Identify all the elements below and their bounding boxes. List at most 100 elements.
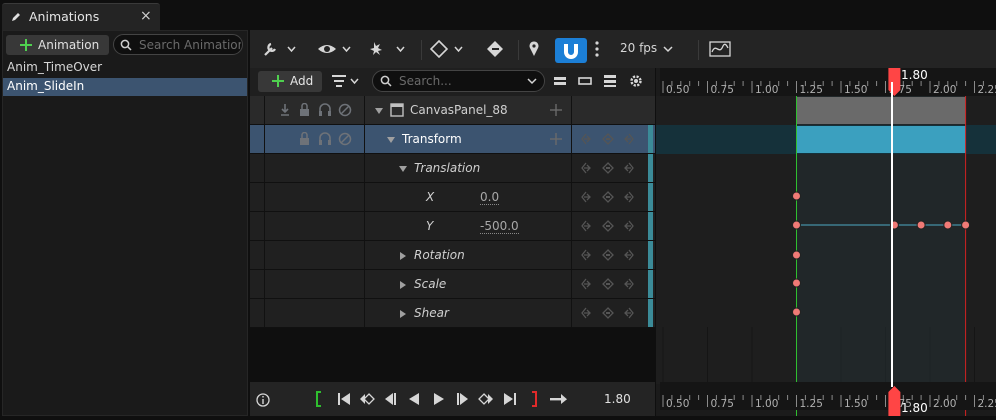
track-cell [266, 183, 365, 211]
add-subtrack-icon[interactable] [550, 104, 562, 116]
ruler-tick-label: 2.25 [978, 398, 996, 410]
set-start-bracket-icon[interactable] [314, 390, 324, 408]
track-cell [266, 270, 365, 298]
key-nav-icons[interactable] [581, 307, 641, 319]
expand-all-icon[interactable] [578, 74, 592, 88]
track-cell [573, 96, 648, 124]
list-icon[interactable] [603, 74, 617, 88]
key-navigation-button[interactable] [485, 30, 505, 68]
play-icon[interactable] [431, 391, 447, 407]
track-name: Scale [414, 277, 447, 291]
keyframe[interactable] [916, 220, 926, 230]
wrench-menu-button[interactable] [262, 30, 296, 68]
track-row-shear[interactable]: Shear [250, 299, 655, 328]
track-value-field[interactable]: 0.0 [480, 183, 500, 211]
search-animations-input[interactable]: Search Animations [113, 34, 243, 55]
playhead-line[interactable] [891, 82, 893, 387]
playhead-handle-bottom[interactable] [888, 386, 901, 416]
keyframe[interactable] [792, 250, 801, 260]
current-time-field[interactable]: 1.80 [604, 392, 631, 406]
ruler-tick-label: 1.00 [755, 398, 778, 410]
expand-arrow-down-icon[interactable] [398, 164, 408, 174]
gear-icon[interactable] [628, 73, 644, 89]
info-icon[interactable] [256, 393, 270, 407]
keyframe[interactable] [961, 220, 971, 230]
track-row-scale[interactable]: Scale [250, 270, 655, 299]
jump-to-end-icon[interactable] [502, 391, 518, 407]
keyframe[interactable] [792, 191, 801, 201]
key-nav-icons[interactable] [581, 162, 641, 174]
loop-arrow-icon[interactable] [549, 391, 569, 407]
track-color-bar [648, 299, 653, 327]
set-end-bracket-icon[interactable] [529, 390, 539, 408]
ruler-tick-label: 1.25 [800, 84, 823, 96]
keyframe[interactable] [792, 278, 801, 288]
add-subtrack-icon[interactable] [550, 133, 562, 145]
track-row-y[interactable]: Y -500.0 [250, 212, 655, 241]
key-nav-icons[interactable] [581, 191, 641, 203]
snap-options-button[interactable] [594, 30, 600, 68]
animation-item-slidein[interactable]: Anim_SlideIn [3, 78, 247, 96]
expand-arrow-right-icon[interactable] [398, 280, 408, 290]
animation-item-timeover[interactable]: Anim_TimeOver [3, 59, 247, 77]
prev-key-icon[interactable] [359, 391, 375, 407]
fps-selector[interactable]: 20 fps [620, 41, 657, 55]
track-value-field[interactable]: -500.0 [480, 212, 519, 240]
visibility-menu-button[interactable] [317, 30, 353, 68]
pencil-icon [10, 11, 22, 23]
section-canvaspanel[interactable] [796, 97, 966, 124]
ruler-tick-label: 0.75 [711, 398, 734, 410]
key-interp-menu-button[interactable] [430, 30, 466, 68]
step-back-icon[interactable] [382, 391, 398, 407]
key-nav-icons[interactable] [581, 133, 641, 145]
track-row-canvaspanel[interactable]: CanvasPanel_88 [250, 96, 655, 125]
curve-editor-button[interactable] [709, 30, 731, 68]
track-color-bar [648, 183, 653, 211]
key-nav-icons[interactable] [581, 249, 641, 261]
track-name: Rotation [414, 248, 465, 262]
transport-bar [250, 382, 655, 416]
expand-arrow-down-icon[interactable] [374, 106, 384, 116]
expand-arrow-down-icon[interactable] [386, 135, 396, 145]
chevron-down-icon[interactable] [526, 76, 538, 86]
track-row-translation[interactable]: Translation [250, 154, 655, 183]
keyframe[interactable] [792, 307, 801, 317]
track-color-bar [648, 270, 653, 298]
tab-animations[interactable]: Animations × [2, 3, 160, 30]
add-track-button[interactable]: Add [258, 71, 322, 92]
ruler-tick-label: 1.50 [844, 398, 867, 410]
section-transform[interactable] [796, 126, 966, 153]
marker-pin-button[interactable] [528, 30, 540, 68]
keyframe[interactable] [792, 220, 801, 230]
expand-arrow-right-icon[interactable] [398, 309, 408, 319]
timeline-canvas[interactable]: 0.500.751.001.251.501.752.002.250.500.75… [656, 68, 996, 416]
track-value: 0.0 [480, 189, 500, 205]
jump-to-start-icon[interactable] [336, 391, 352, 407]
collapse-all-icon[interactable] [553, 74, 567, 88]
play-reverse-icon[interactable] [406, 391, 422, 407]
key-nav-icons[interactable] [581, 220, 641, 232]
ruler-tick-label: 1.50 [844, 84, 867, 96]
expand-arrow-right-icon[interactable] [398, 251, 408, 261]
track-row-rotation[interactable]: Rotation [250, 241, 655, 270]
filter-icon[interactable] [331, 73, 363, 89]
tab-title: Animations [29, 9, 100, 24]
track-row-transform[interactable]: Transform [250, 125, 655, 154]
track-state-icons[interactable] [278, 103, 362, 117]
add-animation-label: Animation [38, 38, 100, 52]
search-tracks-input[interactable]: Search... [372, 70, 545, 92]
auto-key-menu-button[interactable] [370, 30, 408, 68]
step-forward-icon[interactable] [455, 391, 471, 407]
magnet-icon [564, 44, 578, 59]
track-row-x[interactable]: X 0.0 [250, 183, 655, 212]
next-key-icon[interactable] [478, 391, 494, 407]
key-nav-icons[interactable] [581, 278, 641, 290]
snap-toggle-button[interactable] [555, 38, 587, 63]
add-animation-button[interactable]: Animation [6, 35, 109, 55]
keyframe[interactable] [943, 220, 953, 230]
search-icon [120, 39, 132, 51]
chevron-down-icon[interactable] [662, 30, 674, 68]
tab-close-button[interactable]: × [140, 8, 152, 24]
track-state-icons[interactable] [298, 132, 362, 146]
track-name: CanvasPanel_88 [410, 103, 508, 117]
